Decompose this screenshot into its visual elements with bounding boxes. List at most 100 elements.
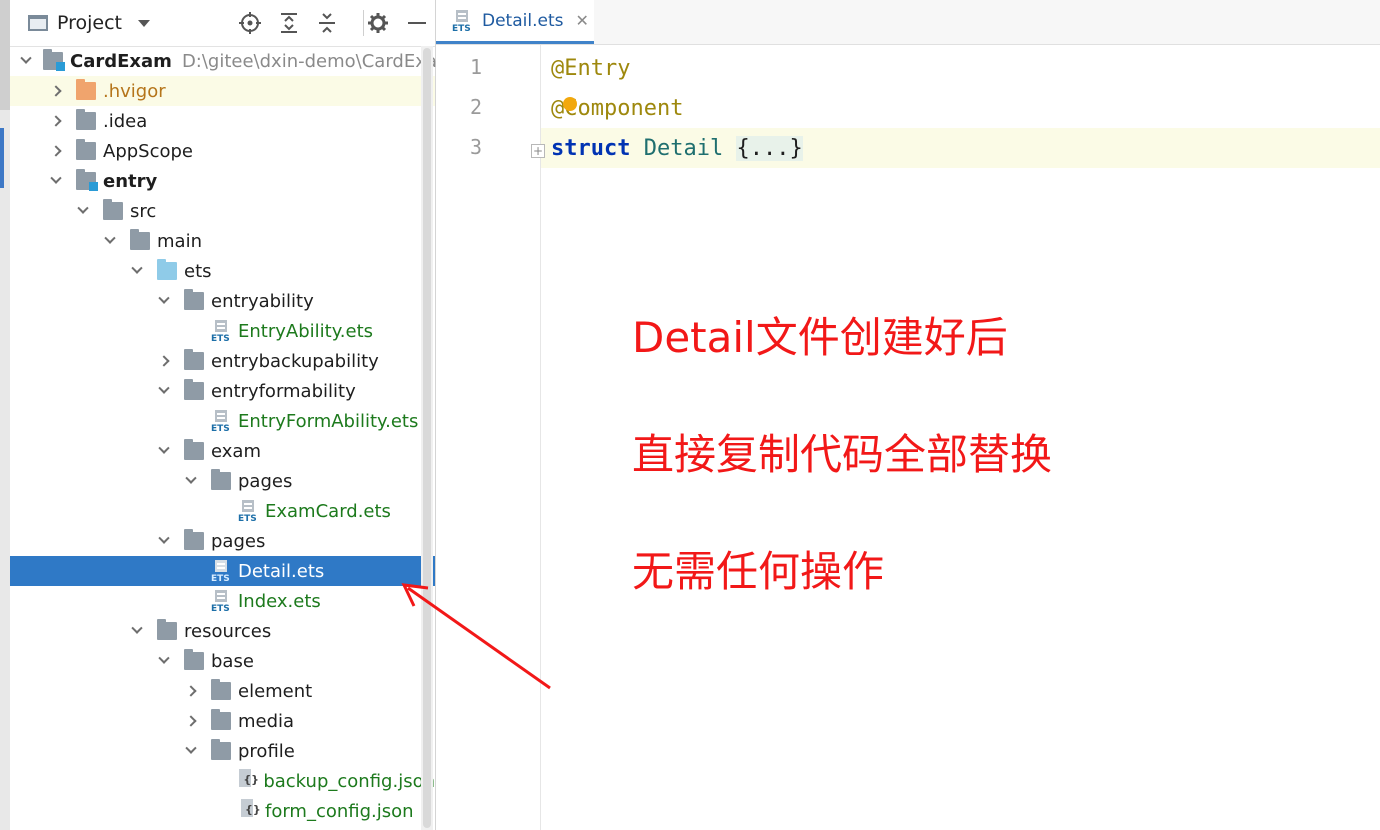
tree-item-label: .idea xyxy=(103,110,148,132)
folder-icon xyxy=(184,439,204,460)
project-path: D:\gitee\dxin-demo\CardExam xyxy=(181,50,455,72)
collapse-all-button[interactable] xyxy=(314,0,340,46)
annotation-line-3: 无需任何操作 xyxy=(632,547,885,596)
tree-item-label: exam xyxy=(211,440,261,462)
tree-row[interactable]: pages xyxy=(10,526,435,556)
tree-row[interactable]: resources xyxy=(10,616,435,646)
chevron-down-icon[interactable] xyxy=(157,526,171,556)
source-folder-icon xyxy=(157,259,177,280)
chevron-right-icon[interactable] xyxy=(49,106,63,136)
chevron-right-icon[interactable] xyxy=(157,346,171,376)
tree-row[interactable]: base xyxy=(10,646,435,676)
tree-row[interactable]: exam xyxy=(10,436,435,466)
tree-row[interactable]: {} form_config.json xyxy=(10,796,435,826)
folder-icon xyxy=(184,379,204,400)
tree-row[interactable]: .idea xyxy=(10,106,435,136)
gear-icon xyxy=(365,10,391,36)
ets-file-icon: ETS xyxy=(211,410,231,434)
close-icon[interactable]: ✕ xyxy=(575,11,588,30)
tree-row[interactable]: main xyxy=(10,226,435,256)
tree-row[interactable]: {} backup_config.json xyxy=(10,766,435,796)
intention-bulb-icon[interactable] xyxy=(563,97,577,111)
tree-row[interactable]: ETS Index.ets xyxy=(10,586,435,616)
chevron-down-icon[interactable] xyxy=(76,196,90,226)
tree-item-label: EntryFormAbility.ets xyxy=(238,410,419,432)
project-view-selector[interactable]: Project xyxy=(28,0,151,46)
chevron-down-icon[interactable] xyxy=(157,376,171,406)
settings-button[interactable] xyxy=(365,0,391,46)
tree-row[interactable]: src xyxy=(10,196,435,226)
tree-item-label: backup_config.json xyxy=(263,770,435,792)
tree-row[interactable]: CardExam D:\gitee\dxin-demo\CardExam xyxy=(10,46,454,76)
chevron-right-icon[interactable] xyxy=(49,76,63,106)
tree-item-label: CardExam xyxy=(70,50,172,72)
chevron-right-icon[interactable] xyxy=(184,706,198,736)
tree-row[interactable]: AppScope xyxy=(10,136,435,166)
chevron-down-icon[interactable] xyxy=(130,616,144,646)
tree-item-label: entrybackupability xyxy=(211,350,379,372)
ets-file-icon: ETS xyxy=(211,590,231,614)
chevron-down-icon[interactable] xyxy=(20,46,32,76)
project-tool-button[interactable] xyxy=(0,0,10,110)
tree-row[interactable]: element xyxy=(10,676,435,706)
chevron-down-icon xyxy=(138,19,151,27)
tree-row[interactable]: ets xyxy=(10,256,435,286)
annotation-line-1: Detail文件创建好后 xyxy=(632,313,1008,362)
tree-row[interactable]: profile xyxy=(10,736,435,766)
tree-item-label: base xyxy=(211,650,254,672)
tree-row[interactable]: entryability xyxy=(10,286,435,316)
expand-all-button[interactable] xyxy=(276,0,302,46)
chevron-right-icon[interactable] xyxy=(184,676,198,706)
locate-file-button[interactable] xyxy=(237,0,263,46)
tree-row[interactable]: ETS ExamCard.ets xyxy=(10,496,435,526)
tree-row[interactable]: pages xyxy=(10,466,435,496)
excluded-folder-icon xyxy=(76,79,96,100)
chevron-down-icon[interactable] xyxy=(184,466,198,496)
folder-icon xyxy=(103,199,123,220)
module-folder-icon xyxy=(76,169,98,191)
folder-icon xyxy=(184,349,204,370)
chevron-down-icon[interactable] xyxy=(49,166,63,196)
tree-row[interactable]: entrybackupability xyxy=(10,346,435,376)
minimize-icon xyxy=(404,10,430,36)
chevron-down-icon[interactable] xyxy=(157,286,171,316)
scrollbar-thumb[interactable] xyxy=(423,48,431,828)
hide-panel-button[interactable] xyxy=(404,0,430,46)
chevron-right-icon[interactable] xyxy=(49,136,63,166)
folded-block[interactable]: {...} xyxy=(736,136,803,161)
tree-item-label: entryability xyxy=(211,290,314,312)
chevron-down-icon[interactable] xyxy=(130,256,144,286)
tree-row[interactable]: ETS EntryAbility.ets xyxy=(10,316,435,346)
tree-row[interactable]: entry xyxy=(10,166,435,196)
commit-tool-button[interactable] xyxy=(0,128,4,188)
project-panel: Project CardExam D:\gitee\dxin-demo\Card… xyxy=(10,0,454,830)
tree-item-label: profile xyxy=(238,740,295,762)
editor-tab-bar: ETS Detail.ets ✕ xyxy=(436,0,1380,45)
tab-detail-ets[interactable]: ETS Detail.ets ✕ xyxy=(436,0,594,44)
entry-decorator: @Entry xyxy=(551,56,631,81)
tree-item-label: Detail.ets xyxy=(238,560,325,582)
tree-row[interactable]: ETS EntryFormAbility.ets xyxy=(10,406,435,436)
tree-row[interactable]: entryformability xyxy=(10,376,435,406)
chevron-down-icon[interactable] xyxy=(184,736,198,766)
tree-item-label: resources xyxy=(184,620,272,642)
ets-file-icon: ETS xyxy=(211,320,231,344)
tree-item-label: EntryAbility.ets xyxy=(238,320,374,342)
tree-item-label: pages xyxy=(238,470,293,492)
annotation-line-2: 直接复制代码全部替换 xyxy=(632,430,1053,479)
tree-row[interactable]: media xyxy=(10,706,435,736)
tree-item-label: ExamCard.ets xyxy=(265,500,391,522)
project-window-icon xyxy=(28,15,48,31)
tree-item-label: main xyxy=(157,230,202,252)
expand-all-icon xyxy=(276,10,302,36)
tree-row[interactable]: ETS Detail.ets xyxy=(10,556,435,586)
tree-row[interactable]: .hvigor xyxy=(10,76,435,106)
struct-name: Detail xyxy=(643,136,724,161)
project-tree-scrollbar[interactable] xyxy=(421,46,433,830)
chevron-down-icon[interactable] xyxy=(157,646,171,676)
chevron-down-icon[interactable] xyxy=(157,436,171,466)
folder-icon xyxy=(211,679,231,700)
chevron-down-icon[interactable] xyxy=(103,226,117,256)
editor-gutter[interactable]: 1 2 3 xyxy=(436,45,541,830)
tree-item-label: element xyxy=(238,680,313,702)
